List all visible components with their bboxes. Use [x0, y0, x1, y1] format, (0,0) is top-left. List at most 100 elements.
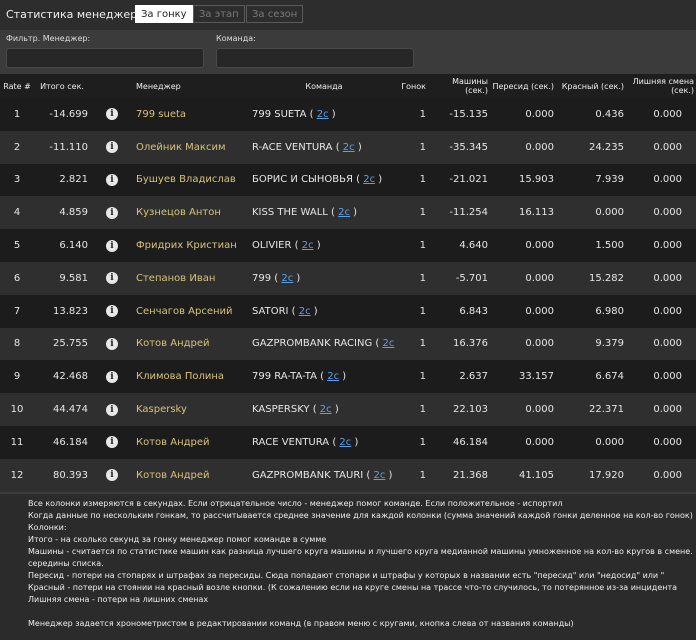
pit-cell: 0.000 [525, 272, 554, 284]
info-icon[interactable]: i [106, 206, 118, 219]
table-row: 6 9.581 i Степанов Иван 799 ( 2c ) 1 -5.701 0.0… [0, 261, 696, 295]
red-cell: 24.235 [589, 141, 624, 153]
info-icon[interactable]: i [106, 337, 118, 350]
manager-name[interactable]: Котов Андрей [134, 328, 250, 361]
total-cell: 13.823 [53, 305, 88, 317]
rate-cell: 5 [13, 240, 21, 252]
info-icon[interactable]: i [106, 469, 118, 482]
note-item: середины списка. [28, 558, 696, 570]
manager-name[interactable]: Kaspersky [134, 393, 250, 426]
table-row: 9 42.468 i Климова Полина 799 RA-TA-TA ( 2c … [0, 360, 696, 394]
races-cell: 1 [419, 404, 426, 416]
pit-cell: 15.903 [519, 174, 554, 186]
pit-cell: 33.157 [519, 371, 554, 383]
info-icon[interactable]: i [106, 370, 118, 383]
team-laps-link[interactable]: 2c [339, 437, 351, 448]
manager-name[interactable]: Климова Полина [134, 360, 250, 393]
total-cell: 42.468 [53, 371, 88, 383]
tab-race[interactable]: За гонку [135, 5, 193, 23]
team-filter-input[interactable] [216, 48, 414, 68]
pit-cell: 41.105 [519, 469, 554, 481]
manager-name[interactable]: Степанов Иван [134, 262, 250, 295]
col-extra[interactable]: Лишняя смена (сек.) [626, 74, 696, 98]
team-laps-link[interactable]: 2c [363, 174, 375, 185]
total-cell: 44.474 [53, 404, 88, 416]
col-pit[interactable]: Пересид (сек.) [490, 74, 556, 98]
team-cell: GAZPROMBANK RACING ( 2c ) [250, 328, 398, 361]
team-close-paren: ) [310, 305, 318, 317]
note-item: Красный - потери на стоянии на красный в… [28, 582, 696, 594]
info-icon[interactable]: i [106, 173, 118, 186]
col-rate[interactable]: Rate # [0, 74, 34, 98]
table-row: 1 -14.699 i 799 sueta 799 SUETA ( 2c ) 1 -15.1… [0, 98, 696, 131]
team-cell: 799 RA-TA-TA ( 2c ) [250, 360, 398, 393]
manager-name[interactable]: Сенчагов Арсений [134, 295, 250, 328]
manager-name[interactable]: 799 sueta [134, 98, 250, 131]
manager-name[interactable]: Кузнецов Антон [134, 196, 250, 229]
races-cell: 1 [419, 174, 426, 186]
pit-cell: 0.000 [525, 404, 554, 416]
info-icon[interactable]: i [106, 305, 118, 318]
info-icon[interactable]: i [106, 436, 118, 449]
races-cell: 1 [419, 108, 426, 120]
rate-cell: 3 [13, 174, 21, 186]
note-item: Колонки: [28, 522, 696, 534]
races-cell: 1 [419, 240, 426, 252]
team-laps-link[interactable]: 2c [338, 207, 350, 218]
col-manager[interactable]: Менеджер [134, 74, 250, 98]
team-laps-link[interactable]: 2c [302, 240, 314, 251]
team-laps-link[interactable]: 2c [317, 109, 329, 120]
rate-cell: 7 [13, 305, 21, 317]
info-icon[interactable]: i [106, 141, 118, 154]
total-cell: 80.393 [53, 469, 88, 481]
note-item: Итого - на сколько секунд за гонку менед… [28, 534, 696, 546]
extra-cell: 0.000 [653, 436, 682, 448]
col-races[interactable]: Гонок [398, 74, 428, 98]
team-name: БОРИС И СЫНОВЬЯ ( [252, 174, 361, 186]
red-cell: 15.282 [589, 272, 624, 284]
notes-panel: Все колонки измеряются в секундах. Если … [0, 494, 696, 640]
manager-name[interactable]: Фридрих Кристиан [134, 229, 250, 262]
cars-cell: 22.103 [453, 404, 488, 416]
info-cell: i [90, 229, 134, 262]
team-close-paren: ) [293, 272, 301, 284]
cars-cell: 6.843 [459, 305, 488, 317]
manager-name[interactable]: Олейник Максим [134, 131, 250, 164]
team-laps-link[interactable]: 2c [281, 273, 293, 284]
note-item: Машины - считается по статистике машин к… [28, 546, 696, 558]
team-laps-link[interactable]: 2c [343, 142, 355, 153]
manager-name[interactable]: Бушуев Владислав [134, 164, 250, 197]
red-cell: 0.000 [595, 436, 624, 448]
total-cell: 6.140 [59, 240, 88, 252]
info-icon[interactable]: i [106, 239, 118, 252]
team-laps-link[interactable]: 2c [299, 306, 311, 317]
info-cell: i [90, 426, 134, 459]
team-laps-link[interactable]: 2c [374, 470, 386, 481]
rate-cell: 8 [13, 338, 21, 350]
team-laps-link[interactable]: 2c [320, 404, 332, 415]
red-cell: 0.000 [595, 207, 624, 219]
team-name: GAZPROMBANK TAURI ( [252, 469, 371, 481]
col-cars[interactable]: Машины (сек.) [428, 74, 490, 98]
col-red[interactable]: Красный (сек.) [556, 74, 626, 98]
tab-stage[interactable]: За этап [193, 5, 245, 23]
info-icon[interactable]: i [106, 403, 118, 416]
cars-cell: -11.254 [449, 207, 488, 219]
manager-name[interactable]: Котов Андрей [134, 459, 250, 492]
team-cell: 799 ( 2c ) [250, 262, 398, 295]
team-laps-link[interactable]: 2c [327, 371, 339, 382]
pit-cell: 0.000 [525, 436, 554, 448]
rate-cell: 9 [13, 371, 21, 383]
cars-cell: -35.345 [449, 141, 488, 153]
col-team[interactable]: Команда [250, 74, 398, 98]
top-bar: Статистика менеджеров За гонку За этап З… [0, 0, 696, 30]
team-laps-link[interactable]: 2c [382, 338, 394, 349]
manager-filter-input[interactable] [6, 48, 204, 68]
col-total[interactable]: Итого сек. [34, 74, 90, 98]
info-icon[interactable]: i [106, 108, 118, 121]
note-item: Пересид - потери на стопарях и штрафах з… [28, 570, 696, 582]
info-icon[interactable]: i [106, 272, 118, 285]
team-close-paren: ) [354, 141, 362, 153]
manager-name[interactable]: Котов Андрей [134, 426, 250, 459]
tab-season[interactable]: За сезон [246, 5, 304, 23]
